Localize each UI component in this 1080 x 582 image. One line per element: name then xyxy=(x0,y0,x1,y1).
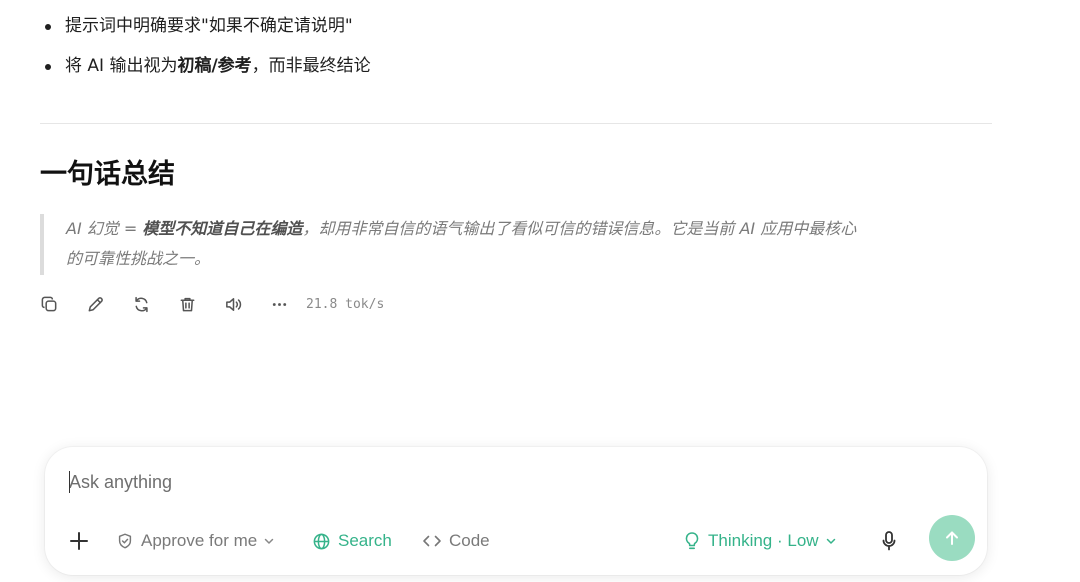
code-icon xyxy=(423,535,441,547)
copy-icon[interactable] xyxy=(38,293,60,315)
microphone-icon xyxy=(882,531,896,551)
quote-prefix: AI 幻觉 = xyxy=(66,219,143,238)
voice-input-button[interactable] xyxy=(879,517,899,565)
list-item: 提示词中明确要求"如果不确定请说明" xyxy=(44,14,371,38)
approve-for-me-button[interactable]: Approve for me xyxy=(116,517,275,565)
bullet-text-prefix: 将 AI 输出视为 xyxy=(65,56,178,76)
thinking-level-dropdown[interactable]: Thinking · Low xyxy=(683,517,837,565)
code-label: Code xyxy=(449,531,490,550)
regenerate-icon[interactable] xyxy=(130,293,152,315)
composer-toolbar: Approve for me Search Code Thinking · Lo… xyxy=(45,517,987,565)
thinking-label: Thinking · Low xyxy=(708,531,819,550)
summary-quote: AI 幻觉 = 模型不知道自己在编造，却用非常自信的语气输出了看似可信的错误信息… xyxy=(40,214,1000,275)
quote-suffix: ，却用非常自信的语气输出了看似可信的错误信息。它是当前 AI 应用中最核心 xyxy=(302,219,857,238)
message-actions: 21.8 tok/s xyxy=(38,292,384,316)
bullet-text-bold: 初稿/参考 xyxy=(177,56,252,76)
text-caret xyxy=(69,471,70,493)
section-divider xyxy=(40,123,992,124)
chevron-down-icon xyxy=(264,538,274,544)
lightbulb-icon xyxy=(685,532,699,550)
list-item: 将 AI 输出视为初稿/参考，而非最终结论 xyxy=(44,54,371,78)
summary-heading: 一句话总结 xyxy=(40,159,175,190)
tips-list: 提示词中明确要求"如果不确定请说明" 将 AI 输出视为初稿/参考，而非最终结论 xyxy=(44,14,371,94)
send-button[interactable] xyxy=(929,515,975,561)
approve-label: Approve for me xyxy=(141,531,258,550)
more-icon[interactable] xyxy=(268,293,290,315)
quote-line-1: AI 幻觉 = 模型不知道自己在编造，却用非常自信的语气输出了看似可信的错误信息… xyxy=(66,214,1000,244)
globe-icon xyxy=(313,533,330,549)
quote-bold: 模型不知道自己在编造 xyxy=(142,219,303,238)
add-button[interactable] xyxy=(67,517,91,565)
token-speed: 21.8 tok/s xyxy=(306,296,385,312)
delete-icon[interactable] xyxy=(176,293,198,315)
bullet-text-suffix: ，而非最终结论 xyxy=(251,56,371,76)
edit-icon[interactable] xyxy=(84,293,106,315)
search-label: Search xyxy=(338,531,392,550)
chat-page: 提示词中明确要求"如果不确定请说明" 将 AI 输出视为初稿/参考，而非最终结论… xyxy=(0,0,1080,582)
chevron-down-icon xyxy=(826,538,835,544)
search-button[interactable]: Search xyxy=(312,517,392,565)
bullet-text: 提示词中明确要求"如果不确定请说明" xyxy=(65,16,353,36)
code-button[interactable]: Code xyxy=(422,517,490,565)
arrow-up-icon xyxy=(946,531,958,545)
speaker-icon[interactable] xyxy=(222,293,244,315)
quote-line-2: 的可靠性挑战之一。 xyxy=(66,249,211,268)
shield-check-icon xyxy=(118,533,132,549)
plus-icon xyxy=(70,532,88,550)
composer: Approve for me Search Code xyxy=(45,447,987,575)
ask-input[interactable] xyxy=(69,469,949,495)
